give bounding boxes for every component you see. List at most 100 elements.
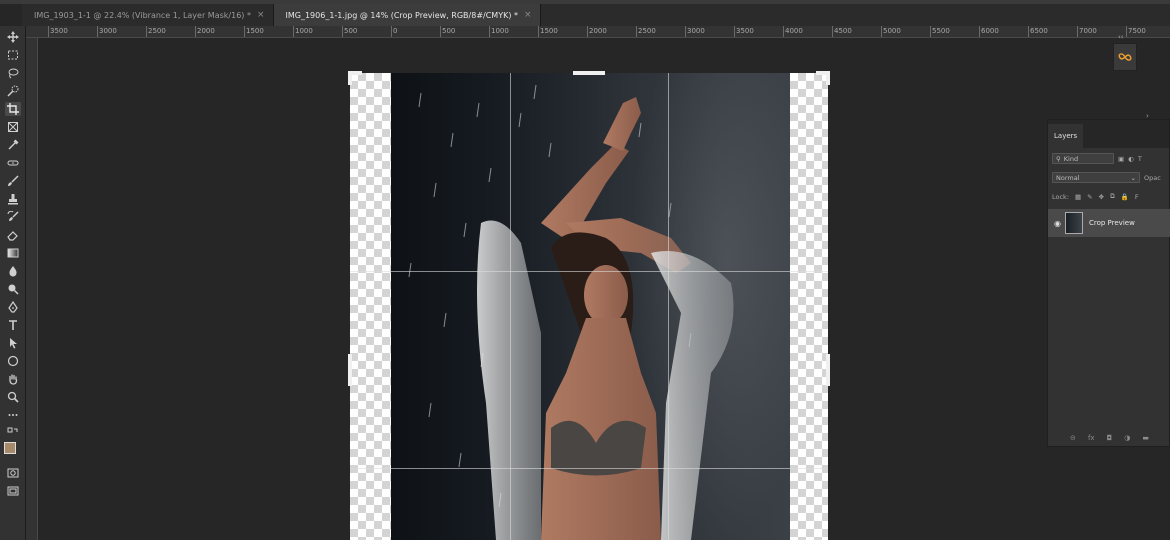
quick-mask-icon[interactable] [5, 466, 21, 480]
tools-panel [0, 26, 26, 540]
crop-grid-line [668, 73, 669, 540]
ellipse-icon[interactable] [5, 354, 21, 368]
blend-mode-select[interactable]: Normal ⌄ [1052, 172, 1140, 183]
zoom-icon[interactable] [5, 390, 21, 404]
ruler-label: 2500 [148, 27, 166, 35]
adjustment-filter-icon[interactable]: ◐ [1128, 155, 1134, 163]
lock-paint-icon[interactable]: ✎ [1087, 193, 1092, 201]
lock-transparent-icon[interactable]: ▦ [1075, 193, 1081, 201]
tab-img-1906[interactable]: IMG_1906_1-1.jpg @ 14% (Crop Preview, RG… [273, 4, 541, 26]
search-icon: ⚲ [1056, 154, 1061, 163]
ruler-label: 500 [442, 27, 456, 35]
new-group-icon[interactable]: ▬ [1142, 434, 1149, 442]
ruler-label: 3000 [99, 27, 117, 35]
lock-row: Lock: ▦ ✎ ✥ ⧉ 🔒 F [1048, 192, 1170, 201]
ruler-label: 6000 [981, 27, 999, 35]
ruler-label: 2000 [197, 27, 215, 35]
fx-icon[interactable]: fx [1088, 434, 1095, 442]
crop-handle-right[interactable] [826, 354, 830, 386]
layers-bottom-toolbar: ⊝ fx ◘ ◑ ▬ [1048, 434, 1170, 442]
add-mask-icon[interactable]: ◘ [1107, 434, 1113, 442]
blur-icon[interactable] [5, 264, 21, 278]
history-brush-icon[interactable] [5, 210, 21, 224]
layer-thumbnail [1064, 212, 1083, 234]
adjustment-layer-icon[interactable]: ◑ [1124, 434, 1130, 442]
healing-brush-icon[interactable] [5, 156, 21, 170]
crop-grid-line [350, 468, 828, 469]
kind-filter-select[interactable]: ⚲ Kind [1052, 153, 1114, 164]
lock-artboard-icon[interactable]: ⧉ [1110, 192, 1115, 201]
type-filter-icon[interactable]: T [1138, 155, 1142, 163]
layers-tab-row: Layers [1048, 120, 1169, 148]
move-icon[interactable] [5, 30, 21, 44]
chevron-down-icon: ⌄ [1130, 173, 1136, 182]
kind-filter-label: Kind [1063, 154, 1079, 163]
ruler-label: 3000 [687, 27, 705, 35]
ruler-label: 1500 [540, 27, 558, 35]
ruler-label: 2500 [638, 27, 656, 35]
brush-icon[interactable] [5, 174, 21, 188]
ruler-label: 4000 [785, 27, 803, 35]
ruler-label: 3500 [50, 27, 68, 35]
crop-icon[interactable] [5, 102, 21, 116]
crop-handle-top-right[interactable] [826, 71, 830, 85]
expand-panels-icon[interactable]: ‹‹ [1118, 33, 1124, 41]
crop-handle-top-left[interactable] [348, 71, 352, 85]
layers-panel: Layers ⚲ Kind ▣ ◐ T Normal ⌄ Opac Lock: … [1047, 119, 1170, 447]
ruler-label: 500 [344, 27, 358, 35]
dodge-icon[interactable] [5, 282, 21, 296]
ruler-label: 1500 [246, 27, 264, 35]
collapsed-panel-button[interactable] [1113, 43, 1137, 71]
crop-handle-top[interactable] [573, 71, 605, 75]
tab-label: IMG_1903_1-1 @ 22.4% (Vibrance 1, Layer … [34, 10, 251, 20]
eyedropper-icon[interactable] [5, 138, 21, 152]
lock-all-icon[interactable]: 🔒 [1121, 193, 1129, 201]
crop-handle-left[interactable] [348, 354, 352, 386]
clone-stamp-icon[interactable] [5, 192, 21, 206]
eraser-icon[interactable] [5, 228, 21, 242]
lock-position-icon[interactable]: ✥ [1099, 193, 1104, 201]
visibility-eye-icon[interactable]: ◉ [1054, 219, 1061, 228]
gradient-icon[interactable] [5, 246, 21, 260]
ruler-label: 7000 [1079, 27, 1097, 35]
swap-colors-icon[interactable] [5, 426, 21, 440]
layer-row-crop-preview[interactable]: ◉ Crop Preview [1048, 209, 1170, 237]
ruler-label: 7500 [1128, 27, 1146, 35]
close-icon[interactable]: × [257, 10, 265, 20]
foreground-color-swatch[interactable] [4, 442, 16, 454]
close-icon[interactable]: × [524, 10, 532, 20]
layer-filter-row: ⚲ Kind ▣ ◐ T [1048, 153, 1170, 164]
ruler-label: 4500 [834, 27, 852, 35]
pixel-filter-icon[interactable]: ▣ [1118, 155, 1124, 163]
blend-row: Normal ⌄ Opac [1048, 172, 1170, 183]
infinity-icon [1118, 53, 1132, 61]
crop-grid-line [510, 73, 511, 540]
ruler-label: 1000 [491, 27, 509, 35]
type-icon[interactable] [5, 318, 21, 332]
screen-mode-icon[interactable] [5, 484, 21, 498]
pen-icon[interactable] [5, 300, 21, 314]
frame-icon[interactable] [5, 120, 21, 134]
more-tools-icon[interactable] [5, 408, 21, 422]
crop-preview-area[interactable] [348, 71, 830, 540]
photo-backlight [630, 73, 790, 540]
lasso-icon[interactable] [5, 66, 21, 80]
tab-layers[interactable]: Layers [1048, 124, 1084, 148]
ruler-label: 5500 [932, 27, 950, 35]
photo-image [391, 73, 790, 540]
ruler-label: 2000 [589, 27, 607, 35]
lock-label: Lock: [1052, 192, 1070, 201]
hand-icon[interactable] [5, 372, 21, 386]
ruler-label: 3500 [736, 27, 754, 35]
vertical-ruler [26, 38, 38, 540]
crop-grid-line [350, 271, 828, 272]
ruler-label: 6500 [1030, 27, 1048, 35]
link-layers-icon[interactable]: ⊝ [1070, 434, 1076, 442]
tab-img-1903[interactable]: IMG_1903_1-1 @ 22.4% (Vibrance 1, Layer … [22, 4, 274, 26]
layer-name[interactable]: Crop Preview [1089, 219, 1135, 227]
blend-mode-value: Normal [1056, 173, 1080, 182]
quick-select-icon[interactable] [5, 84, 21, 98]
tab-label: IMG_1906_1-1.jpg @ 14% (Crop Preview, RG… [285, 10, 519, 20]
marquee-icon[interactable] [5, 48, 21, 62]
path-select-icon[interactable] [5, 336, 21, 350]
